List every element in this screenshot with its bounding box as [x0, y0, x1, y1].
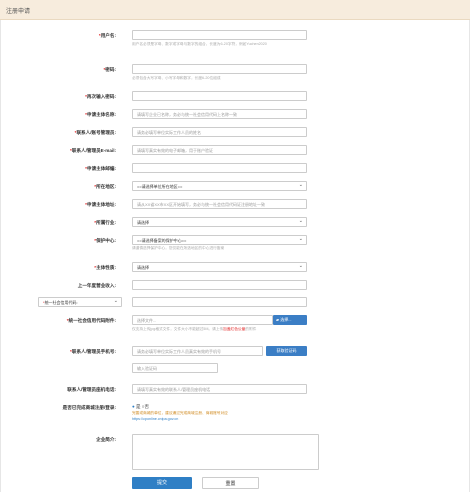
credit-file-input[interactable]: 选择文件... [132, 315, 273, 325]
radio-no[interactable]: ○否 [142, 404, 149, 409]
address-label: *申请主体地址: [85, 202, 116, 207]
postcode-input[interactable] [132, 163, 307, 173]
region-label: *所在地区: [94, 184, 116, 189]
radio-yes[interactable]: ● 是 [132, 404, 140, 409]
registered-link[interactable]: https://cponline.cnipa.gov.cn [132, 417, 310, 422]
landline-label: 联系人/管理员座机电话: [67, 387, 116, 392]
credit-file-label: *统一社会信用代码附件: [66, 318, 116, 323]
email-label: *联系人/管理员E-mail: [70, 148, 116, 153]
protection-center-hint: 请谨慎选择保护中心，您仅能在所选地区的中心进行备案 [132, 246, 225, 250]
reset-button[interactable]: 重置 [202, 477, 259, 489]
username-label: *用户名: [98, 33, 116, 38]
password-hint: 必须包含大写字母、小写字母和数字，长度6-20位组成 [132, 76, 221, 80]
page-title: 注册申请 [6, 9, 31, 15]
credit-file-hint: 仅支持上传jpg格式文件，文件大小不能超过5M。请上传加盖红色公章的附件 [132, 327, 257, 331]
confirm-password-label: *再次输入密码: [85, 94, 116, 99]
submit-button[interactable]: 提交 [132, 477, 192, 489]
address-input[interactable]: 请从XX省XX市XX区开始填写，务必与统一社会信用代码证注册地址一致 [132, 199, 307, 209]
contact-input[interactable]: 请务必填写单位实际工作人员的姓名 [132, 127, 307, 137]
applicant-name-label: *申请主体名称: [85, 112, 116, 117]
region-select[interactable]: ==请选择单位所在地区== [132, 181, 307, 191]
get-code-button[interactable]: 获取验证码 [266, 346, 307, 356]
postcode-label: *申请主体邮编: [85, 166, 116, 171]
username-hint: 用户名必须是字母、数字或字母与数字的组合，长度为6-20字符，例如Yuchen2… [132, 42, 267, 46]
folder-icon: ▰ [276, 317, 280, 322]
intro-label: 企业简介: [96, 437, 116, 442]
revenue-input[interactable] [132, 280, 307, 290]
phone-label: *联系人/管理员手机号: [70, 349, 116, 354]
industry-label: *所属行业: [94, 220, 116, 225]
choose-file-button[interactable]: ▰ 选择... [273, 315, 307, 325]
applicant-name-input[interactable]: 请填写企业已名称，务必与统一社会信用代码上名称一致 [132, 109, 307, 119]
page-header: 注册申请 [0, 0, 470, 20]
phone-input[interactable]: 请务必填写单位实际工作人员真实有效的手机号 [132, 346, 263, 356]
contact-label: *联系人/账号管理员: [74, 130, 116, 135]
password-input[interactable] [132, 64, 307, 74]
registered-radio-group: ● 是 ○否 [132, 404, 149, 410]
landline-input[interactable]: 请填写真实有效的联系人/管理员座机电话 [132, 384, 307, 394]
verify-code-input[interactable]: 输入验证码 [132, 363, 218, 373]
protection-center-label: *保护中心: [94, 238, 116, 243]
username-input[interactable] [132, 30, 307, 40]
entity-type-select[interactable]: 请选择 [132, 262, 307, 272]
entity-type-label: *主体性质: [94, 265, 116, 270]
email-input[interactable]: 请填写真实有效的电子邮箱，用于账户验证 [132, 145, 307, 155]
password-label: *密码: [103, 67, 116, 72]
intro-textarea[interactable] [132, 434, 319, 470]
revenue-label: 上一年度营业收入: [77, 283, 116, 288]
credit-code-input[interactable] [132, 297, 307, 307]
industry-select[interactable]: 请选择 [132, 217, 307, 227]
credit-code-type-select[interactable]: *统一社会信用代码: [38, 297, 122, 307]
confirm-password-input[interactable] [132, 91, 307, 101]
registered-label: 是否已完成商城注册/登录: [62, 405, 116, 410]
protection-center-select[interactable]: ==请选择备案的保护中心== [132, 235, 307, 245]
registered-hint: 完善或商城的单位，建议通过完成商城注册、商城账号对应 [132, 411, 228, 415]
